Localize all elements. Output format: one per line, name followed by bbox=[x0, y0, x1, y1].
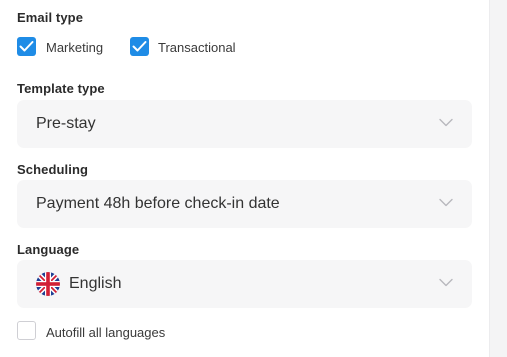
chevron-down-icon bbox=[439, 198, 453, 207]
uk-flag-icon bbox=[36, 272, 60, 296]
template-type-value: Pre-stay bbox=[36, 115, 96, 132]
template-type-select[interactable]: Pre-stay bbox=[17, 100, 472, 148]
scrollbar-track[interactable] bbox=[489, 0, 507, 357]
template-type-label: Template type bbox=[17, 81, 105, 96]
transactional-checkbox[interactable] bbox=[130, 37, 149, 56]
scheduling-select[interactable]: Payment 48h before check-in date bbox=[17, 180, 472, 228]
autofill-checkbox[interactable] bbox=[17, 321, 36, 340]
email-type-label: Email type bbox=[17, 10, 84, 25]
scheduling-value: Payment 48h before check-in date bbox=[36, 195, 280, 212]
checkmark-icon bbox=[132, 41, 147, 52]
chevron-down-icon bbox=[439, 118, 453, 127]
autofill-label[interactable]: Autofill all languages bbox=[46, 325, 165, 340]
marketing-label[interactable]: Marketing bbox=[46, 40, 103, 55]
language-value: English bbox=[69, 275, 122, 292]
transactional-label[interactable]: Transactional bbox=[158, 40, 236, 55]
email-settings-panel: Email type Marketing Transactional Templ… bbox=[0, 0, 489, 357]
marketing-checkbox[interactable] bbox=[17, 37, 36, 56]
language-label: Language bbox=[17, 242, 80, 257]
checkmark-icon bbox=[19, 41, 34, 52]
language-select[interactable]: English bbox=[17, 260, 472, 308]
scheduling-label: Scheduling bbox=[17, 162, 89, 177]
chevron-down-icon bbox=[439, 278, 453, 287]
